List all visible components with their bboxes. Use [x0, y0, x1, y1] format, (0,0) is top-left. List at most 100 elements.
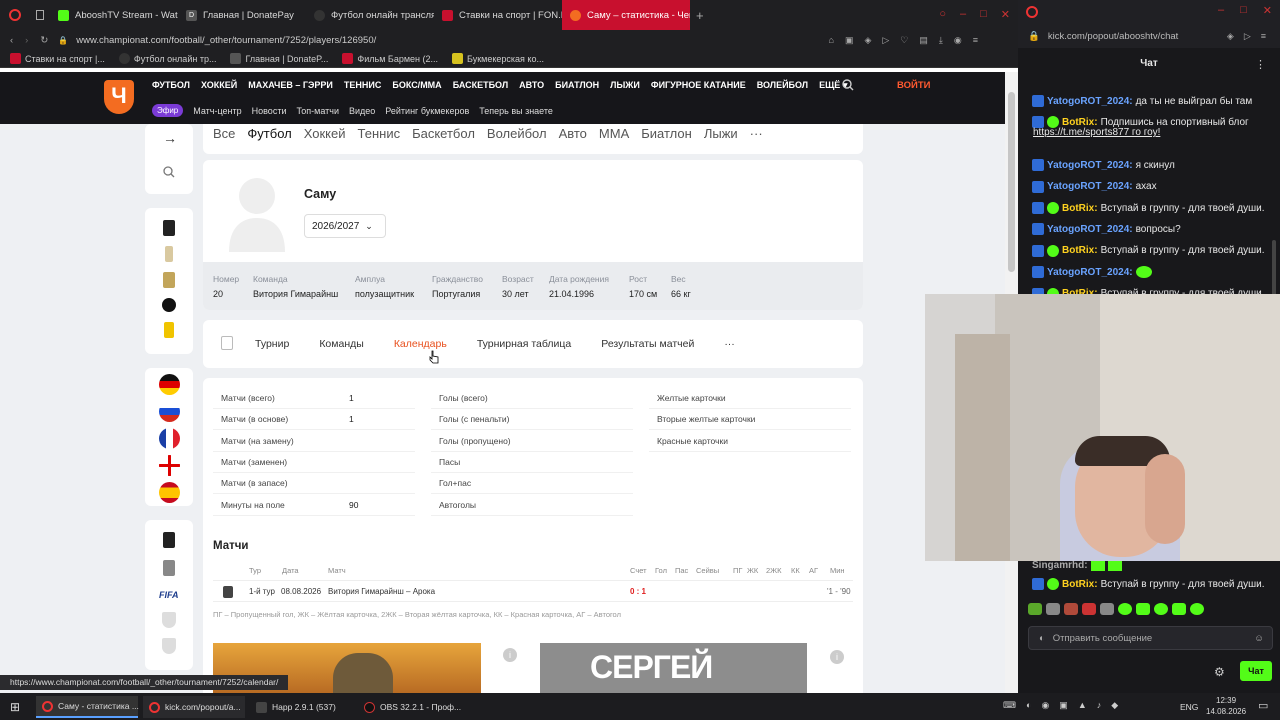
- search-icon[interactable]: [842, 79, 854, 91]
- emote-icon[interactable]: [1028, 603, 1042, 615]
- nav-item[interactable]: БИАТЛОН: [555, 80, 599, 91]
- chat-username[interactable]: BotRix:: [1062, 245, 1098, 256]
- tab-tournament[interactable]: Турнир: [255, 338, 289, 350]
- bookmark[interactable]: Главная | DonateP...: [230, 53, 328, 64]
- tray-app-icon[interactable]: ◐: [1026, 700, 1031, 711]
- nav-item[interactable]: БАСКЕТБОЛ: [453, 80, 508, 91]
- search-icon[interactable]: [163, 166, 175, 178]
- emote-icon[interactable]: [1172, 603, 1186, 615]
- spain-flag-icon[interactable]: [159, 482, 180, 503]
- search-tabs-icon[interactable]: ○: [939, 8, 946, 21]
- volume-icon[interactable]: ♪: [1097, 700, 1102, 711]
- taskbar-item[interactable]: kick.com/popout/a...: [143, 696, 245, 718]
- info-icon[interactable]: i: [830, 650, 844, 664]
- sport-tab-basketball[interactable]: Баскетбол: [412, 126, 475, 141]
- cup-icon[interactable]: [165, 246, 173, 262]
- minimize-icon[interactable]: –: [960, 8, 966, 21]
- russia-flag-icon[interactable]: [159, 401, 180, 422]
- browser-tab-active[interactable]: Саму – статистика - Чемп: [562, 0, 690, 30]
- season-select[interactable]: 2026/2027 ⌄: [304, 214, 386, 238]
- sport-tab-all[interactable]: Все: [213, 126, 235, 141]
- nav-item[interactable]: ТЕННИС: [344, 80, 381, 91]
- opera-icon[interactable]: [1026, 6, 1038, 18]
- subnav-item[interactable]: Теперь вы знаете: [479, 106, 553, 116]
- subnav-item[interactable]: Видео: [349, 106, 375, 116]
- opera-menu-icon[interactable]: [0, 0, 30, 30]
- notifications-icon[interactable]: ▭: [1258, 699, 1268, 712]
- bookmark[interactable]: Букмекерская ко...: [452, 53, 544, 64]
- sport-tab-auto[interactable]: Авто: [559, 126, 587, 141]
- chat-scrollbar[interactable]: [1272, 240, 1276, 300]
- chat-input[interactable]: ◐ Отправить сообщение ☺: [1028, 626, 1273, 650]
- championat-logo[interactable]: Ч: [104, 80, 134, 114]
- menu-icon[interactable]: ≡: [973, 35, 978, 46]
- emote-icon[interactable]: [1046, 603, 1060, 615]
- clock[interactable]: 12:39 14.08.2026: [1206, 695, 1246, 717]
- login-button[interactable]: ВОЙТИ: [897, 80, 930, 91]
- scrollbar-thumb[interactable]: [1008, 92, 1015, 272]
- match-name[interactable]: Витория Гимарайнш – Арока: [328, 587, 435, 596]
- tray-app-icon[interactable]: ▣: [1059, 700, 1068, 711]
- arrow-right-icon[interactable]: →: [163, 130, 177, 146]
- bookmark[interactable]: Футбол онлайн тр...: [118, 53, 216, 64]
- germany-flag-icon[interactable]: [159, 374, 180, 395]
- new-tab-icon[interactable]: +: [690, 8, 710, 23]
- emote-icon[interactable]: [1082, 603, 1096, 615]
- info-icon[interactable]: i: [503, 648, 517, 662]
- nav-item[interactable]: АВТО: [519, 80, 544, 91]
- tab-calendar[interactable]: Календарь: [394, 338, 447, 350]
- heart-icon[interactable]: ♡: [900, 35, 908, 46]
- bookmark[interactable]: Фильм Бармен (2...: [342, 53, 438, 64]
- tournament-logo-icon[interactable]: [163, 220, 175, 236]
- maximize-icon[interactable]: □: [980, 8, 987, 21]
- browser-tab[interactable]: Футбол онлайн трансляц: [306, 0, 434, 30]
- browser-tab[interactable]: D Главная | DonatePay: [178, 0, 306, 30]
- sport-tab-tennis[interactable]: Теннис: [358, 126, 401, 141]
- league-logo-icon[interactable]: [162, 298, 176, 312]
- nav-item[interactable]: ХОККЕЙ: [201, 80, 237, 91]
- nav-item[interactable]: МАХАЧЕВ – ГЭРРИ: [248, 80, 333, 91]
- nav-item[interactable]: БОКС/ММА: [392, 80, 441, 91]
- chat-settings-icon[interactable]: ⋮: [1255, 58, 1266, 71]
- subnav-item[interactable]: Рейтинг букмекеров: [385, 106, 469, 116]
- chat-username[interactable]: YatogoROT_2024:: [1047, 160, 1133, 171]
- browser-tab[interactable]: AbooshTV Stream - Watch: [50, 0, 178, 30]
- windows-start-icon[interactable]: ⊞: [4, 696, 26, 718]
- maximize-icon[interactable]: □: [1240, 4, 1247, 17]
- download-icon[interactable]: ⤓: [939, 35, 943, 46]
- tournament-logo-icon[interactable]: [163, 560, 175, 576]
- sport-tab-hockey[interactable]: Хоккей: [304, 126, 346, 141]
- shield-icon[interactable]: ◈: [1227, 31, 1234, 42]
- nav-item[interactable]: ФИГУРНОЕ КАТАНИЕ: [651, 80, 746, 91]
- sport-tab-ski[interactable]: Лыжи: [704, 126, 738, 141]
- shield-placeholder-icon[interactable]: [162, 612, 176, 628]
- wallet-icon[interactable]: ▤: [919, 35, 928, 46]
- shield-placeholder-icon[interactable]: [162, 638, 176, 654]
- nav-item[interactable]: ВОЛЕЙБОЛ: [757, 80, 808, 91]
- menu-icon[interactable]: ≡: [1261, 31, 1266, 42]
- tab-results[interactable]: Результаты матчей: [601, 338, 694, 350]
- taskbar-item[interactable]: Саму - статистика ...: [36, 696, 139, 718]
- france-flag-icon[interactable]: [159, 428, 180, 449]
- sport-tab-volleyball[interactable]: Волейбол: [487, 126, 547, 141]
- send-chat-button[interactable]: Чат: [1240, 661, 1272, 681]
- play-icon[interactable]: ▷: [882, 35, 889, 46]
- nav-item[interactable]: ФУТБОЛ: [152, 80, 190, 91]
- fifa-logo[interactable]: FIFA: [159, 590, 179, 600]
- language-indicator[interactable]: ENG: [1180, 702, 1198, 712]
- emoji-icon[interactable]: ☺: [1254, 633, 1264, 644]
- more-dots-icon[interactable]: ···: [750, 126, 763, 141]
- sport-tab-football[interactable]: Футбол: [247, 126, 291, 141]
- chat-username[interactable]: YatogoROT_2024:: [1047, 267, 1133, 278]
- keyboard-icon[interactable]: ⌨: [1003, 700, 1016, 711]
- live-badge[interactable]: Эфир: [152, 104, 184, 117]
- play-icon[interactable]: ▷: [1244, 31, 1251, 42]
- sport-tab-mma[interactable]: ММА: [599, 126, 629, 141]
- pin-icon[interactable]: ⌂: [829, 35, 834, 46]
- taskbar-item[interactable]: OBS 32.2.1 - Проф...: [358, 696, 461, 718]
- forward-icon[interactable]: ›: [25, 35, 28, 46]
- camera-icon[interactable]: ◉: [954, 35, 962, 46]
- tray-app-icon[interactable]: ◉: [1041, 700, 1049, 711]
- emote-icon[interactable]: [1136, 603, 1150, 615]
- subnav-item[interactable]: Топ-матчи: [296, 106, 339, 116]
